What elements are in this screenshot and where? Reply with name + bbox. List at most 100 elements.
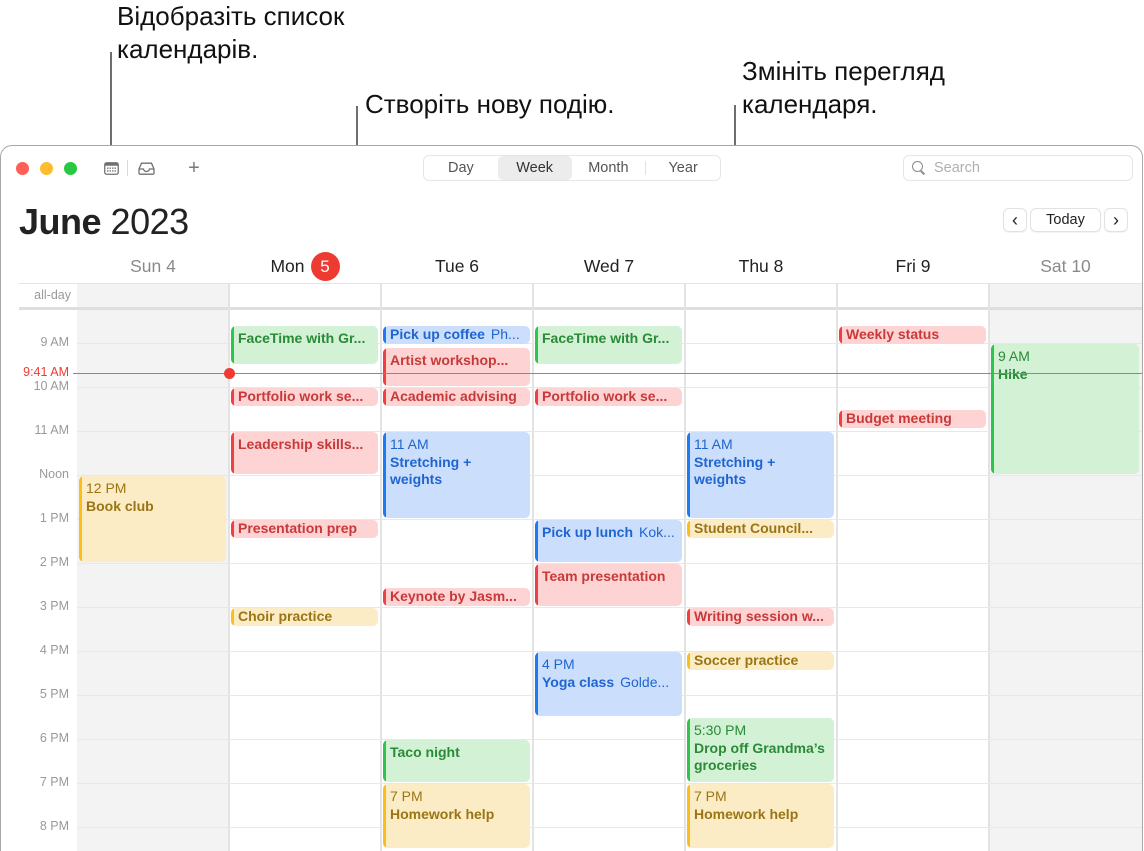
calendar-event[interactable]: 5:30 PM Drop off Grandma’s groceries: [687, 718, 834, 782]
calendar-event[interactable]: Portfolio work se...: [535, 388, 682, 406]
event-line: Presentation prep: [238, 520, 372, 537]
calendar-event[interactable]: 11 AM Stretching + weights: [687, 432, 834, 518]
day-header-mon[interactable]: Mon 5: [229, 251, 381, 281]
event-title: Writing session w...: [694, 608, 824, 624]
hour-line: [77, 827, 1142, 828]
event-location: Kok...: [639, 524, 675, 540]
day-name: Sat 10: [1040, 255, 1091, 276]
event-location: Golde...: [620, 673, 670, 690]
event-line: Weekly status: [846, 326, 980, 343]
event-line: Student Council...: [694, 520, 828, 537]
event-line: Budget meeting: [846, 410, 980, 427]
current-time-dot: [224, 368, 235, 380]
calendar-event[interactable]: Keynote by Jasm...: [383, 588, 530, 606]
day-name: Wed 7: [583, 255, 635, 276]
hour-label: 8 PM: [39, 819, 69, 833]
event-title: Taco night: [390, 744, 460, 760]
callout-leader: [110, 52, 112, 156]
calendar-event[interactable]: Artist workshop...: [383, 348, 530, 386]
event-time: 5:30 PM: [694, 722, 747, 738]
week-grid: Sun 4 Mon 5 Tue 6 Wed 7 Thu 8 Fri 9 Sat 10 all-d…: [1, 146, 1142, 851]
event-title: Artist workshop...: [390, 352, 509, 369]
hour-label: 11 AM: [34, 423, 69, 437]
calendar-event[interactable]: Student Council...: [687, 520, 834, 538]
calendar-window: + Day Week Month Year June 2023 ‹ Today …: [0, 145, 1143, 851]
allday-top-border: [19, 283, 1142, 284]
calendar-event[interactable]: 7 PM Homework help: [383, 784, 530, 848]
allday-bottom-border: [19, 307, 1142, 310]
event-time: 7 PM: [390, 788, 423, 804]
calendar-event[interactable]: Team presentation: [535, 564, 682, 606]
calendar-event[interactable]: Choir practice: [231, 608, 378, 626]
day-header-sat[interactable]: Sat 10: [989, 254, 1142, 278]
calendar-event[interactable]: FaceTime with Gr...: [535, 326, 682, 364]
day-header-sun[interactable]: Sun 4: [77, 254, 229, 278]
day-header-wed[interactable]: Wed 7: [533, 254, 685, 278]
today-badge: 5: [310, 251, 340, 281]
hour-label: 5 PM: [39, 687, 69, 701]
event-title: Homework help: [390, 805, 495, 822]
calendar-event[interactable]: 12 PM Book club: [79, 476, 226, 562]
day-column-divider: [532, 284, 534, 851]
calendar-event[interactable]: 7 PM Homework help: [687, 784, 834, 848]
event-title: Presentation prep: [238, 520, 358, 536]
event-title: Soccer practice: [694, 652, 799, 668]
event-line: Soccer practice: [694, 652, 828, 669]
day-header-fri[interactable]: Fri 9: [837, 254, 989, 278]
event-title: FaceTime with Gr...: [238, 330, 366, 347]
callout-change-view: Змініть перегляд календаря.: [742, 55, 945, 121]
calendar-event[interactable]: Taco night: [383, 740, 530, 782]
calendar-event[interactable]: 11 AM Stretching + weights: [383, 432, 530, 518]
event-title: Stretching + weights: [390, 453, 472, 488]
day-column-divider: [988, 284, 990, 851]
calendar-event[interactable]: Weekly status: [839, 326, 986, 345]
callout-new-event: Створіть нову подію.: [365, 89, 615, 119]
hour-label: 6 PM: [39, 731, 69, 745]
event-title: Academic advising: [390, 388, 517, 404]
event-title: Pick up lunch: [542, 524, 634, 540]
hour-label: Noon: [39, 467, 69, 481]
calendar-event[interactable]: Budget meeting: [839, 410, 986, 428]
event-title: Portfolio work se...: [238, 388, 364, 404]
calendar-event[interactable]: Portfolio work se...: [231, 388, 378, 406]
hour-line: [77, 739, 1142, 740]
day-column-divider: [836, 284, 838, 851]
hour-label: 7 PM: [39, 775, 69, 789]
day-header-thu[interactable]: Thu 8: [685, 254, 837, 278]
calendar-event[interactable]: Academic advising: [383, 388, 530, 406]
callout-change-view-line-1: Змініть перегляд: [742, 56, 945, 86]
day-column-divider: [380, 284, 382, 851]
event-time: 11 AM: [694, 436, 733, 452]
event-title: Keynote by Jasm...: [390, 588, 517, 605]
callout-calendar-list-line-2: календарів.: [117, 34, 259, 64]
calendar-event[interactable]: Presentation prep: [231, 520, 378, 538]
event-location: Ph...: [490, 326, 520, 343]
calendar-event[interactable]: FaceTime with Gr...: [231, 326, 378, 364]
day-name: Fri 9: [895, 255, 931, 276]
event-title: Book club: [86, 497, 154, 514]
event-title: Homework help: [694, 805, 799, 822]
calendar-event[interactable]: 9 AM Hike: [991, 344, 1139, 474]
calendar-event[interactable]: Pick up lunch Kok...: [535, 520, 682, 562]
callout-calendar-list-line-1: Відобразіть список: [117, 1, 345, 31]
calendar-event[interactable]: 4 PM Yoga class Golde...: [535, 652, 682, 716]
weekend-column-bg: [77, 284, 229, 851]
event-title: Yoga class: [542, 673, 615, 690]
event-time: 4 PM: [542, 656, 575, 672]
day-column-divider: [684, 284, 686, 851]
event-line: Portfolio work se...: [238, 388, 372, 405]
hour-line: [77, 475, 1142, 476]
callout-calendar-list: Відобразіть список календарів.: [117, 0, 344, 66]
event-title: Drop off Grandma’s groceries: [694, 739, 825, 774]
event-title: Choir practice: [238, 608, 333, 624]
calendar-event[interactable]: Leadership skills...: [231, 432, 378, 474]
event-line: Writing session w...: [694, 608, 828, 625]
event-title: Pick up coffee: [390, 326, 485, 343]
calendar-event[interactable]: Writing session w...: [687, 608, 834, 626]
callout-change-view-line-2: календаря.: [742, 89, 878, 119]
calendar-event[interactable]: Pick up coffee Ph...: [383, 326, 530, 345]
hour-label: 10 AM: [33, 379, 69, 393]
event-line: Pick up coffee Ph...: [390, 326, 524, 343]
day-header-tue[interactable]: Tue 6: [381, 254, 533, 278]
calendar-event[interactable]: Soccer practice: [687, 652, 834, 670]
